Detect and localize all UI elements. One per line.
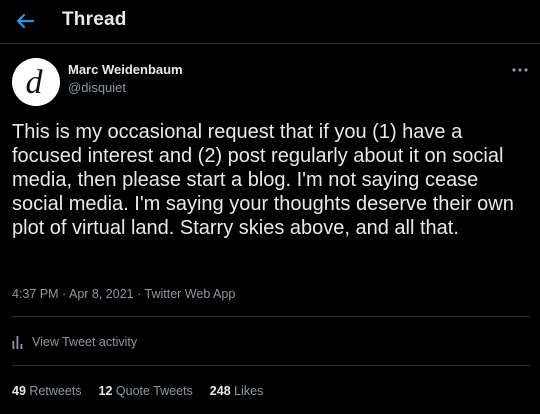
- bar-chart-icon: [12, 336, 23, 349]
- retweets-label: Retweets: [29, 384, 82, 398]
- author-handle[interactable]: @disquiet: [68, 80, 126, 95]
- activity-label: View Tweet activity: [32, 335, 138, 349]
- tweet-metadata: 4:37 PM · Apr 8, 2021 · Twitter Web App: [12, 287, 235, 301]
- tweet-text: This is my occasional request that if yo…: [12, 121, 514, 239]
- avatar[interactable]: d: [12, 58, 60, 106]
- page-title: Thread: [62, 9, 127, 30]
- quote-tweets-label: Quote Tweets: [115, 384, 193, 398]
- retweets-stat[interactable]: 49 Retweets: [12, 384, 82, 398]
- quote-tweets-count: 12: [98, 384, 113, 398]
- meta-separator: ·: [133, 287, 145, 301]
- disquiet-logo-icon: d: [12, 58, 60, 106]
- view-tweet-activity-link[interactable]: View Tweet activity: [12, 335, 137, 349]
- divider: [12, 316, 530, 317]
- retweets-count: 49: [12, 384, 26, 398]
- arrow-left-icon[interactable]: [14, 10, 36, 32]
- tweet-stats: 49 Retweets 12 Quote Tweets 248 Likes: [12, 384, 280, 398]
- likes-count: 248: [209, 384, 231, 398]
- likes-label: Likes: [234, 384, 264, 398]
- svg-text:d: d: [26, 64, 44, 101]
- quote-tweets-stat[interactable]: 12 Quote Tweets: [99, 384, 193, 398]
- more-horizontal-icon[interactable]: [510, 62, 530, 72]
- tweet-time[interactable]: 4:37 PM: [12, 287, 59, 301]
- divider: [12, 365, 530, 366]
- meta-separator: ·: [58, 287, 69, 301]
- tweet-date[interactable]: Apr 8, 2021: [69, 287, 134, 301]
- thread-header: Thread: [0, 0, 540, 44]
- author-name[interactable]: Marc Weidenbaum: [68, 62, 183, 77]
- likes-stat[interactable]: 248 Likes: [210, 384, 264, 398]
- tweet-source[interactable]: Twitter Web App: [145, 287, 236, 301]
